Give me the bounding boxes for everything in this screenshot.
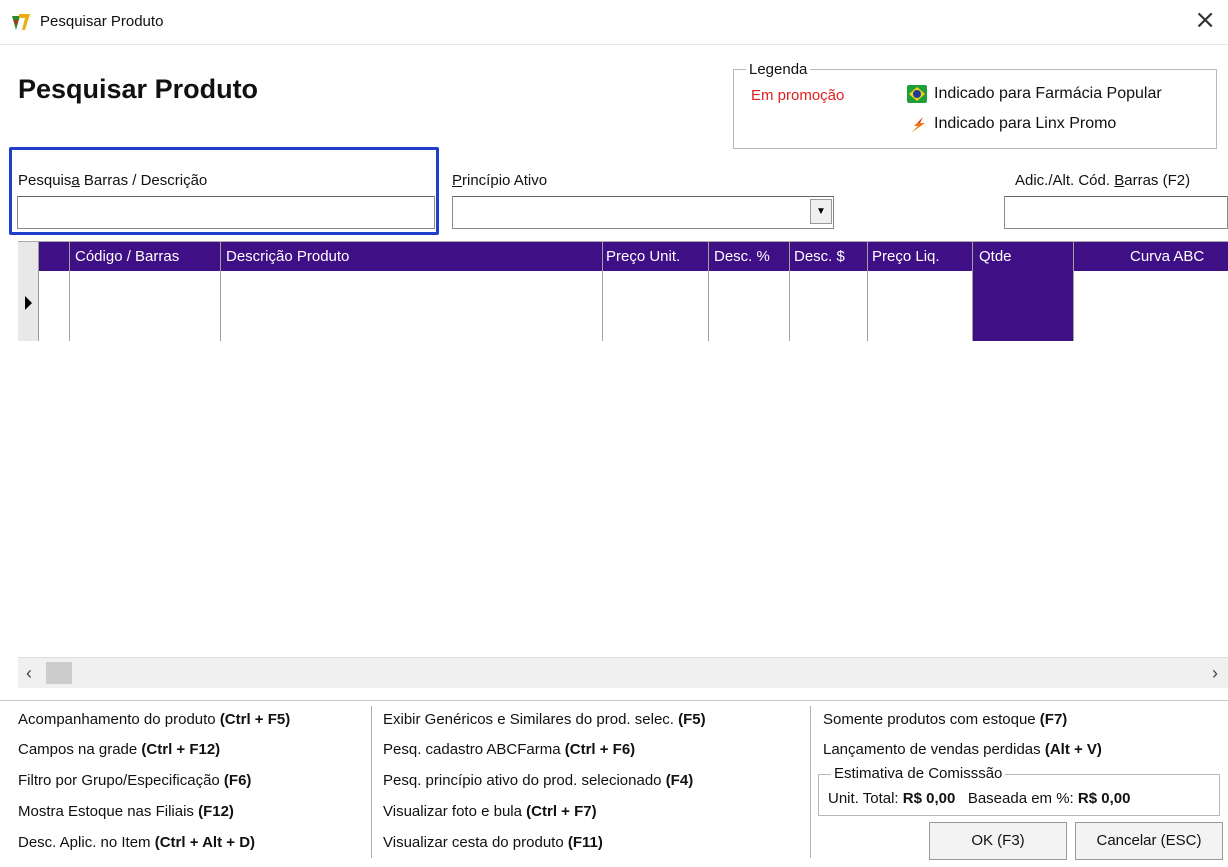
- unit-total-value: R$ 0,00: [902, 790, 956, 807]
- scroll-right-icon[interactable]: ›: [1212, 663, 1218, 684]
- shortcut-cesta[interactable]: Visualizar cesta do produto (F11): [383, 834, 603, 851]
- col-header-desc-valor[interactable]: Desc. $: [794, 248, 845, 265]
- col-divider: [972, 242, 973, 341]
- col-header-preco-unit[interactable]: Preço Unit.: [606, 248, 680, 265]
- col-divider: [708, 242, 709, 341]
- col-header-curva-abc[interactable]: Curva ABC: [1130, 248, 1204, 265]
- col-divider: [789, 242, 790, 341]
- ok-button[interactable]: OK (F3): [929, 822, 1067, 860]
- search-label: Pesquisa Barras / Descrição: [18, 172, 208, 189]
- divider: [0, 700, 1228, 701]
- chevron-down-icon[interactable]: ▼: [810, 199, 832, 224]
- estimativa-values: Unit. Total: R$ 0,00 Baseada em %: R$ 0,…: [828, 790, 1130, 807]
- estimativa-caption: Estimativa de Comisssão: [831, 765, 1006, 782]
- col-header-qtde[interactable]: Qtde: [979, 248, 1012, 265]
- page-title: Pesquisar Produto: [18, 74, 259, 104]
- qtde-column-cell[interactable]: [973, 271, 1073, 341]
- shortcut-desc-aplic[interactable]: Desc. Aplic. no Item (Ctrl + Alt + D): [18, 834, 255, 851]
- shortcut-foto-bula[interactable]: Visualizar foto e bula (Ctrl + F7): [383, 803, 597, 820]
- col-header-preco-liq[interactable]: Preço Liq.: [872, 248, 940, 265]
- horizontal-scrollbar[interactable]: ‹ ›: [18, 657, 1228, 688]
- shortcut-vendas-perdidas[interactable]: Lançamento de vendas perdidas (Alt + V): [823, 741, 1102, 758]
- legend-caption: Legenda: [746, 61, 811, 78]
- baseada-label: Baseada em %:: [967, 790, 1078, 807]
- shortcut-acompanhamento[interactable]: Acompanhamento do produto (Ctrl + F5): [18, 711, 290, 728]
- title-bar: Pesquisar Produto ×: [0, 0, 1228, 45]
- baseada-value: R$ 0,00: [1077, 790, 1131, 807]
- barras-label: Adic./Alt. Cód. Barras (F2): [1015, 172, 1191, 189]
- barras-input[interactable]: [1004, 196, 1228, 229]
- brazil-flag-icon: [907, 85, 927, 108]
- window-title: Pesquisar Produto: [40, 13, 164, 30]
- cancel-button[interactable]: Cancelar (ESC): [1075, 822, 1223, 860]
- shortcut-filtro-grupo[interactable]: Filtro por Grupo/Especificação (F6): [18, 772, 251, 789]
- principio-ativo-combo[interactable]: ▼: [452, 196, 834, 229]
- col-header-desc-pct[interactable]: Desc. %: [714, 248, 770, 265]
- shortcut-genericos[interactable]: Exibir Genéricos e Similares do prod. se…: [383, 711, 706, 728]
- products-grid[interactable]: Código / Barras Descrição Produto Preço …: [18, 241, 1228, 690]
- legend-group: [733, 69, 1217, 149]
- col-divider: [220, 242, 221, 341]
- divider: [371, 706, 372, 858]
- legend-linx: Indicado para Linx Promo: [911, 115, 1117, 133]
- shortcut-principio-ativo[interactable]: Pesq. princípio ativo do prod. seleciona…: [383, 772, 693, 789]
- col-divider: [602, 242, 603, 341]
- col-header-codigo[interactable]: Código / Barras: [75, 248, 179, 265]
- legend-promo-label: Em promoção: [751, 87, 845, 104]
- lightning-icon: [909, 116, 927, 139]
- legend-popular: Indicado para Farmácia Popular: [907, 85, 1162, 103]
- app-logo-icon: [10, 12, 32, 32]
- col-divider: [69, 242, 70, 341]
- shortcut-somente-estoque[interactable]: Somente produtos com estoque (F7): [823, 711, 1067, 728]
- col-header-descricao[interactable]: Descrição Produto: [226, 248, 349, 265]
- legend-linx-label: Indicado para Linx Promo: [934, 115, 1117, 132]
- principio-ativo-label: Princípio Ativo: [452, 172, 548, 189]
- close-icon[interactable]: ×: [1194, 6, 1216, 34]
- row-indicator: [18, 242, 39, 341]
- col-divider: [867, 242, 868, 341]
- scroll-thumb[interactable]: [46, 662, 72, 684]
- unit-total-label: Unit. Total:: [828, 790, 903, 807]
- search-input[interactable]: [17, 196, 435, 229]
- shortcut-abcfarma[interactable]: Pesq. cadastro ABCFarma (Ctrl + F6): [383, 741, 635, 758]
- divider: [810, 706, 811, 858]
- row-pointer-icon: [25, 296, 32, 310]
- shortcut-campos-grade[interactable]: Campos na grade (Ctrl + F12): [18, 741, 220, 758]
- legend-popular-label: Indicado para Farmácia Popular: [934, 85, 1162, 102]
- shortcut-estoque-filiais[interactable]: Mostra Estoque nas Filiais (F12): [18, 803, 234, 820]
- scroll-left-icon[interactable]: ‹: [26, 663, 32, 684]
- col-divider: [1073, 242, 1074, 341]
